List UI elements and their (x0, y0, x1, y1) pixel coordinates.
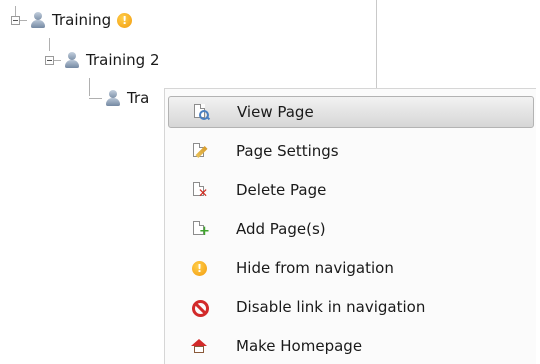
menu-item-label: Disable link in navigation (236, 298, 426, 316)
page-settings-icon (190, 142, 208, 160)
warning-badge-icon: ! (117, 12, 133, 28)
menu-item-page-settings[interactable]: Page Settings (168, 135, 536, 167)
menu-item-delete-page[interactable]: ✕ Delete Page (168, 174, 536, 206)
menu-item-label: Add Page(s) (236, 220, 326, 238)
tree-node-label: Training (52, 11, 112, 29)
pane-divider (376, 0, 377, 92)
collapse-toggle-icon[interactable] (11, 15, 20, 25)
menu-item-label: Page Settings (236, 142, 339, 160)
context-menu: View Page Page Settings ✕ Delete Page + … (164, 88, 536, 364)
menu-item-hide-from-navigation[interactable]: ! Hide from navigation (168, 252, 536, 284)
tree-connector (54, 59, 61, 61)
menu-item-add-page[interactable]: + Add Page(s) (168, 213, 536, 245)
tree-node-training[interactable]: Training ! (11, 8, 133, 32)
add-page-icon: + (190, 220, 210, 238)
view-page-icon (191, 103, 211, 121)
tree-node-training-3[interactable]: Tra (89, 86, 149, 110)
warning-icon: ! (190, 259, 208, 277)
menu-item-make-homepage[interactable]: Make Homepage (168, 330, 536, 362)
user-icon (64, 51, 80, 69)
user-icon (105, 89, 121, 107)
no-entry-icon (190, 298, 209, 317)
home-icon (190, 337, 208, 355)
tree-node-training-2[interactable]: Training 2 (45, 48, 160, 72)
delete-page-icon: ✕ (190, 181, 208, 199)
tree-connector (20, 19, 27, 21)
menu-item-label: Delete Page (236, 181, 327, 199)
menu-item-label: View Page (237, 103, 314, 121)
menu-item-label: Hide from navigation (236, 259, 394, 277)
tree-node-label: Training 2 (86, 51, 160, 69)
collapse-toggle-icon[interactable] (45, 55, 54, 65)
tree-connector (89, 97, 102, 99)
user-icon (30, 11, 46, 29)
menu-item-disable-link[interactable]: Disable link in navigation (168, 291, 536, 323)
tree-node-label: Tra (127, 89, 150, 107)
menu-item-view-page[interactable]: View Page (168, 96, 534, 128)
menu-item-label: Make Homepage (236, 337, 363, 355)
